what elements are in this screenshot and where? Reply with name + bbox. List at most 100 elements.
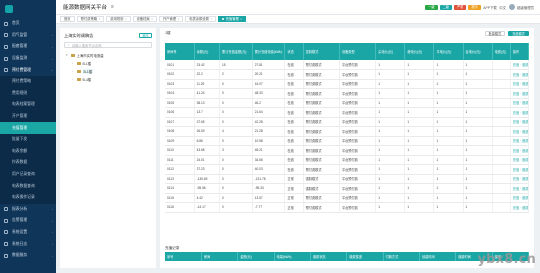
caret-icon[interactable]: › [72,61,75,65]
user-name[interactable]: 超级管理员 [517,5,534,10]
table-cell: 37.23 [194,164,221,175]
row-actions[interactable]: 充值 · 退费 [510,164,530,175]
table-cell: 1 [433,174,464,184]
table-cell: 37.65 [194,117,221,127]
row-actions[interactable]: 充值 · 退费 [510,136,530,146]
table-cell: 1 [433,145,464,156]
row-actions[interactable]: 充值 · 退费 [510,193,530,203]
sidebar-item[interactable]: 数据服务 › [0,250,56,262]
tree-search-input[interactable]: ⌕ 请输入搜索节点名称 [64,42,152,48]
row-actions[interactable]: 充值 · 退费 [510,98,530,108]
row-actions[interactable]: 充值 · 退费 [510,117,530,127]
tab-bar: 首页 预付费策略 × 费用规则 × 设备档案 × 开户管理 × 电表余额设置 × 充值管理 × [56,15,540,24]
row-actions[interactable]: 充值 · 退费 [510,107,530,118]
row-actions[interactable]: 充值 · 退费 [510,183,530,194]
alarm-tag[interactable]: 一级 [425,4,438,10]
close-icon[interactable]: × [178,16,180,22]
app-download-link[interactable]: APP下载 [483,5,497,10]
folder-icon [71,53,75,57]
tree-node[interactable]: › B-1楼 [64,59,152,67]
sidebar-item[interactable]: 告警管理 › [0,215,56,227]
tab[interactable]: 预付费策略 × [76,16,105,22]
sidebar-item[interactable]: 抄表数据 [0,157,56,169]
tree-add-button[interactable]: 添加 [138,33,152,38]
main-header-label: 1楼 [165,31,171,35]
tab[interactable]: 充值管理 × [218,16,246,22]
row-actions[interactable]: 充值 · 退费 [510,88,530,99]
batch-mode-button[interactable]: 批量模式 [484,30,506,37]
table-cell: 预付费模式 [303,69,340,80]
row-actions[interactable]: 充值 · 退费 [510,202,530,213]
sidebar-item[interactable]: 首页 [0,18,56,30]
chevron-icon: ⌄ [50,68,53,73]
caret-icon[interactable]: › [72,77,75,81]
alarm-tag[interactable]: 二级 [439,4,452,10]
tree-node[interactable]: › B-1楼 [64,67,152,75]
sidebar-item[interactable]: 费用规则 [0,87,56,100]
sidebar-item[interactable]: 电表档案管理 [0,99,56,111]
row-actions[interactable]: 充值 · 退费 [510,126,530,137]
recharge-mode-button[interactable]: 充值模式 [508,30,529,37]
sidebar-item[interactable]: 预付费管理 ⌄ [0,64,56,76]
tab[interactable]: 开户管理 × [158,16,184,22]
table-cell: 0 [219,136,253,146]
sidebar-item[interactable]: 配套管理 › [0,41,56,53]
row-actions[interactable]: 充值 · 退费 [510,60,530,70]
table-cell: 1 [433,164,464,175]
sidebar-item[interactable]: 充值管理 [0,122,56,134]
table-row: 0107 37.65 0 42.28 在线 预付费模式 平台预付费 1 1 1 1 充值 · 退费 [165,117,530,127]
close-icon[interactable]: × [210,16,212,22]
table-cell: 1 [404,88,435,99]
table-cell [492,145,511,156]
tab[interactable]: 设备档案 × [132,16,157,22]
close-icon[interactable]: × [125,16,127,22]
table-cell: 1 [375,60,406,70]
sidebar-item[interactable]: 系统日志 › [0,238,56,250]
table-cell: 1 [375,183,406,194]
menu-icon [4,33,8,38]
table-cell: 1 [404,183,435,194]
menu-toggle-icon[interactable]: ≡ [111,4,114,10]
close-icon[interactable]: × [151,16,153,22]
tree-node[interactable]: ▾ 上海市实时电测量 [64,51,152,59]
row-actions[interactable]: 充值 · 退费 [510,174,530,184]
chevron-icon: › [52,230,53,235]
tab[interactable]: 费用规则 × [106,16,131,22]
sidebar-item[interactable]: 电表操作记录 [0,191,56,204]
sidebar-item[interactable]: 用气监管 › [0,30,56,42]
close-icon[interactable]: × [99,16,101,22]
table-cell: 1 [433,126,464,137]
sidebar-item[interactable]: 报表分析 › [0,204,56,216]
table-cell: 1 [404,60,435,70]
table-cell: 平台预付费 [339,145,377,156]
avatar[interactable] [508,4,515,10]
row-actions[interactable]: 充值 · 退费 [510,79,530,89]
row-actions[interactable]: 充值 · 退费 [510,69,530,80]
sidebar-item[interactable]: 电表数据查询 [0,180,56,192]
caret-icon[interactable]: ▾ [66,53,69,57]
sidebar-item[interactable]: 电表余额 [0,145,56,158]
tab[interactable]: 电表余额设置 × [185,16,217,22]
sidebar-item[interactable]: 批量下发 [0,133,56,146]
tab[interactable]: 首页 [60,16,75,22]
alarm-tag[interactable]: 严重 [453,4,467,10]
alarm-tag[interactable]: 提示 [468,4,481,10]
sidebar-item[interactable]: 用户记录查询 [0,168,56,181]
caret-icon[interactable]: › [72,69,75,73]
sidebar-item[interactable]: 系统设置 › [0,227,56,239]
sidebar-item[interactable]: 设备监测 › [0,53,56,65]
sidebar-item[interactable]: 开户管理 [0,110,56,123]
table-cell: 1 [375,69,406,80]
table-cell: 1 [433,193,464,203]
record-header-cell: 缴费状态 [310,252,348,261]
table-cell: 1 [433,155,464,165]
row-actions[interactable]: 充值 · 退费 [510,145,530,156]
row-actions[interactable]: 充值 · 退费 [510,155,530,165]
tree-node[interactable]: › B-4楼 [64,75,152,83]
close-icon[interactable]: × [240,16,242,22]
table-cell: 平台预付费 [339,88,377,99]
sidebar-item[interactable]: 预付费策略 [0,75,56,88]
table-row: 0115 4.42 0 13.57 正常 预付费模式 平台预付费 1 1 1 1 充值 · 退费 [165,193,530,203]
language-selector[interactable]: 中文 [499,5,506,10]
table-header-cell: 峰电价(元) [404,43,435,60]
